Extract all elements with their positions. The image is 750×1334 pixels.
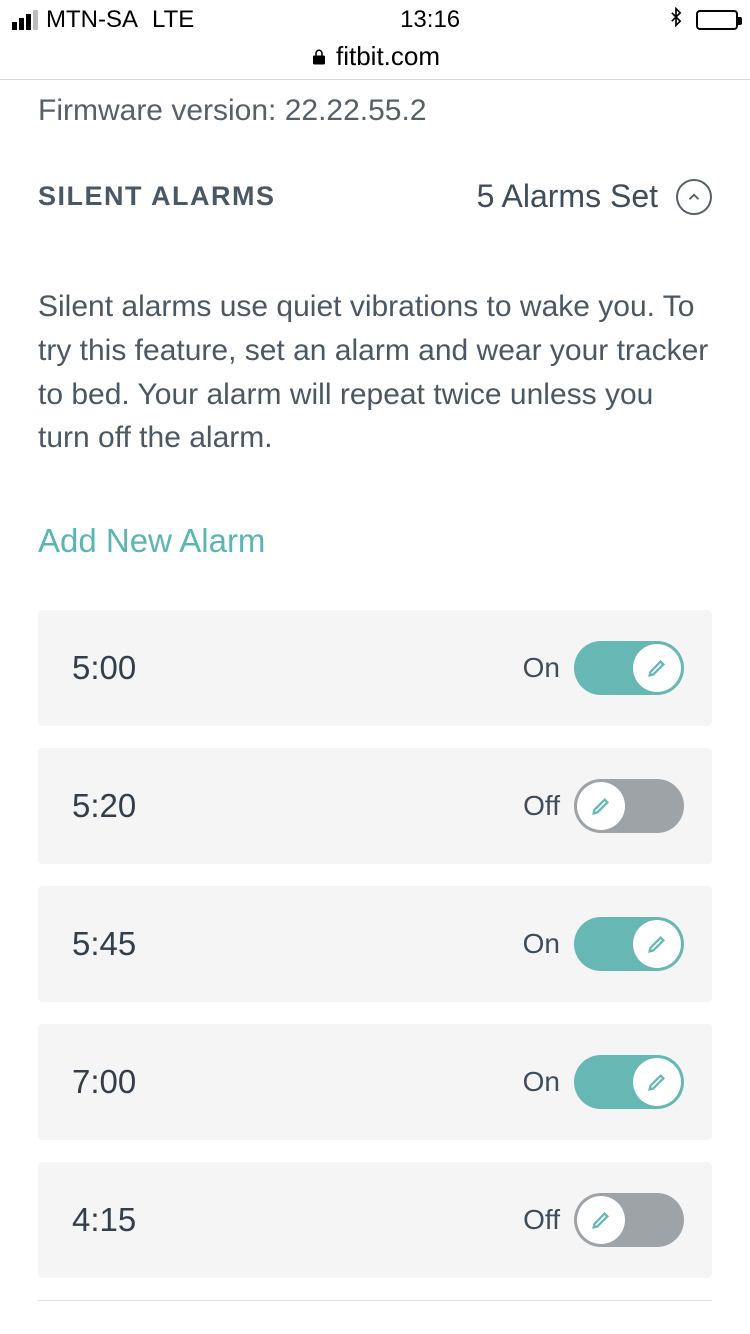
silent-alarms-description: Silent alarms use quiet vibrations to wa… bbox=[38, 285, 712, 522]
silent-alarms-header[interactable]: SILENT ALARMS 5 Alarms Set bbox=[38, 178, 712, 285]
lock-icon bbox=[310, 48, 328, 66]
alarm-time: 7:00 bbox=[72, 1063, 136, 1101]
alarm-toggle[interactable] bbox=[574, 917, 684, 971]
alarm-state-label: On bbox=[523, 928, 560, 960]
alarm-state-label: Off bbox=[523, 790, 560, 822]
carrier-label: MTN-SA bbox=[46, 6, 138, 34]
alarm-row[interactable]: 5:00 On bbox=[38, 610, 712, 726]
status-bar: MTN-SA LTE 13:16 bbox=[0, 0, 750, 40]
network-label: LTE bbox=[152, 6, 194, 34]
alarm-toggle[interactable] bbox=[574, 779, 684, 833]
alarm-row[interactable]: 5:45 On bbox=[38, 886, 712, 1002]
pencil-icon bbox=[633, 644, 681, 692]
chevron-up-icon[interactable] bbox=[676, 179, 712, 215]
alarm-row[interactable]: 4:15 Off bbox=[38, 1162, 712, 1278]
silent-alarms-count: 5 Alarms Set bbox=[477, 178, 658, 215]
browser-url-bar[interactable]: fitbit.com bbox=[0, 40, 750, 80]
status-bar-right bbox=[666, 6, 738, 34]
url-domain: fitbit.com bbox=[336, 41, 440, 72]
status-bar-time: 13:16 bbox=[400, 6, 460, 34]
alarm-toggle[interactable] bbox=[574, 1193, 684, 1247]
alarm-time: 5:00 bbox=[72, 649, 136, 687]
alarm-time: 5:20 bbox=[72, 787, 136, 825]
battery-icon bbox=[696, 10, 738, 30]
firmware-version: Firmware version: 22.22.55.2 bbox=[38, 80, 712, 178]
bluetooth-icon bbox=[666, 6, 686, 34]
status-bar-left: MTN-SA LTE bbox=[12, 6, 194, 34]
alarm-state-label: On bbox=[523, 1066, 560, 1098]
alarm-state-label: Off bbox=[523, 1204, 560, 1236]
pencil-icon bbox=[577, 782, 625, 830]
alarm-time: 5:45 bbox=[72, 925, 136, 963]
alarm-row[interactable]: 5:20 Off bbox=[38, 748, 712, 864]
reminders-to-move-header[interactable]: REMINDERS TO MOVE 9 hrs/day bbox=[38, 1301, 712, 1334]
pencil-icon bbox=[633, 1058, 681, 1106]
alarm-state-label: On bbox=[523, 652, 560, 684]
pencil-icon bbox=[577, 1196, 625, 1244]
alarm-toggle[interactable] bbox=[574, 1055, 684, 1109]
alarm-toggle[interactable] bbox=[574, 641, 684, 695]
silent-alarms-title: SILENT ALARMS bbox=[38, 181, 276, 212]
pencil-icon bbox=[633, 920, 681, 968]
add-new-alarm-link[interactable]: Add New Alarm bbox=[38, 522, 712, 610]
signal-icon bbox=[12, 10, 38, 30]
alarm-time: 4:15 bbox=[72, 1201, 136, 1239]
alarm-row[interactable]: 7:00 On bbox=[38, 1024, 712, 1140]
